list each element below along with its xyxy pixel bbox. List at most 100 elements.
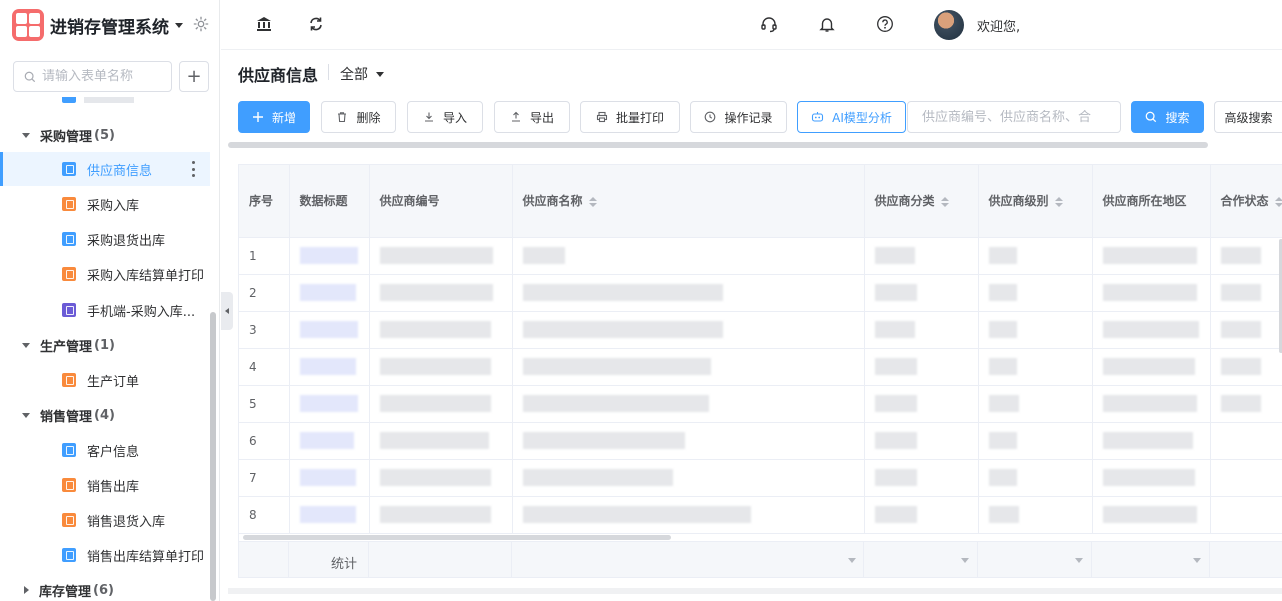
column-header[interactable]: 供应商分类 [864, 165, 979, 238]
redacted-cell [978, 496, 1093, 534]
sidebar-item-customer-info[interactable]: 客户信息 [0, 433, 210, 467]
sort-icon[interactable] [1054, 196, 1063, 207]
ai-analysis-button[interactable]: AI模型分析 [797, 101, 906, 133]
top-bar: 欢迎您, [221, 0, 1282, 50]
sidebar-item-purchase-inbound[interactable]: 采购入库 [0, 187, 210, 221]
avatar[interactable] [934, 10, 964, 40]
stat-cell[interactable] [978, 542, 1092, 577]
table-row[interactable]: 4 [239, 348, 1282, 386]
more-vertical-icon[interactable] [192, 161, 196, 177]
sidebar-item-label: 采购入库结算单打印 [87, 268, 205, 284]
group-sales[interactable]: 销售管理 (4) [22, 405, 115, 425]
column-header[interactable]: 序号 [239, 165, 290, 238]
delete-label: 删除 [356, 110, 381, 125]
table-row[interactable]: 1 [239, 237, 1282, 275]
group-label: 生产管理 [40, 339, 93, 355]
column-label: 供应商分类 [874, 194, 935, 209]
chevron-down-icon [961, 558, 969, 563]
page-bottom-scrollbar[interactable] [228, 588, 1282, 594]
table-search-input[interactable] [922, 109, 1106, 125]
redacted-cell [512, 496, 865, 534]
sort-icon[interactable] [1274, 196, 1282, 207]
column-header[interactable]: 供应商编号 [369, 165, 513, 238]
list-item-label [84, 97, 134, 103]
sidebar-item-mobile-purchase-inbound[interactable]: 手机端-采购入库... [0, 293, 210, 327]
column-header[interactable]: 供应商所在地区 [1092, 165, 1211, 238]
redacted-cell [512, 348, 865, 386]
form-icon [62, 162, 76, 176]
redacted-cell [864, 311, 979, 349]
delete-button[interactable]: 删除 [321, 101, 396, 133]
empty-cell [1210, 496, 1282, 534]
redacted-cell [369, 237, 513, 275]
table-row[interactable]: 7 [239, 459, 1282, 497]
table-row[interactable]: 8 [239, 496, 1282, 534]
advanced-search-label: 高级搜索 [1224, 110, 1273, 125]
redacted-cell [369, 459, 513, 497]
stat-cell[interactable] [1210, 542, 1282, 577]
add-form-button[interactable]: + [179, 61, 209, 92]
search-label: 搜索 [1165, 110, 1190, 125]
collapse-sidebar-button[interactable] [221, 292, 233, 330]
table-row[interactable]: 2 [239, 274, 1282, 312]
add-button[interactable]: 新增 [238, 101, 310, 133]
sidebar-item-sales-return[interactable]: 销售退货入库 [0, 503, 210, 537]
import-button[interactable]: 导入 [407, 101, 483, 133]
table-horizontal-scrollbar[interactable] [243, 535, 671, 540]
sidebar-item-purchase-settlement-print[interactable]: 采购入库结算单打印 [0, 257, 210, 291]
sidebar-item-sales-outbound[interactable]: 销售出库 [0, 468, 210, 502]
sidebar-item-label: 手机端-采购入库... [87, 304, 196, 320]
sidebar-item-sales-settlement-print[interactable]: 销售出库结算单打印 [0, 538, 210, 572]
advanced-search-button[interactable]: 高级搜索 [1214, 101, 1282, 133]
gear-icon[interactable] [192, 15, 210, 33]
stat-cell[interactable] [864, 542, 978, 577]
form-search-box[interactable] [13, 61, 172, 92]
scope-dropdown[interactable]: 全部 [340, 64, 384, 84]
form-icon [62, 478, 76, 492]
bell-icon[interactable] [818, 15, 836, 33]
operation-log-button[interactable]: 操作记录 [690, 101, 787, 133]
column-header[interactable]: 供应商名称 [512, 165, 865, 238]
stat-cell[interactable] [1092, 542, 1210, 577]
sidebar-item-purchase-return[interactable]: 采购退货出库 [0, 222, 210, 256]
sort-icon[interactable] [588, 196, 597, 207]
redacted-cell [1092, 385, 1211, 423]
group-count: (1) [94, 337, 115, 353]
column-header[interactable]: 数据标题 [289, 165, 370, 238]
redacted-cell [369, 422, 513, 460]
caret-right-icon [24, 586, 29, 594]
redacted-cell [978, 422, 1093, 460]
table-row[interactable]: 6 [239, 422, 1282, 460]
sidebar-item-label: 供应商信息 [87, 163, 153, 179]
table-row[interactable]: 5 [239, 385, 1282, 423]
export-button[interactable]: 导出 [494, 101, 570, 133]
refresh-icon[interactable] [307, 15, 325, 33]
statistics-row: 统计 [239, 541, 1282, 577]
sidebar-item-production-order[interactable]: 生产订单 [0, 363, 210, 397]
batch-print-label: 批量打印 [615, 110, 664, 125]
bank-icon[interactable] [255, 15, 273, 33]
group-production[interactable]: 生产管理 (1) [22, 335, 115, 355]
group-inventory[interactable]: 库存管理 (6) [22, 580, 114, 600]
table-search-box[interactable] [907, 101, 1121, 133]
redacted-cell [289, 385, 370, 423]
redacted-cell [978, 274, 1093, 312]
batch-print-button[interactable]: 批量打印 [580, 101, 680, 133]
row-index: 2 [239, 274, 290, 312]
headset-icon[interactable] [760, 15, 778, 33]
stat-cell[interactable] [512, 542, 864, 577]
table-row[interactable]: 3 [239, 311, 1282, 349]
sort-icon[interactable] [940, 196, 949, 207]
redacted-cell [369, 311, 513, 349]
search-button[interactable]: 搜索 [1131, 101, 1204, 133]
group-purchase[interactable]: 采购管理 (5) [22, 125, 115, 145]
column-header[interactable]: 合作状态 [1210, 165, 1282, 238]
row-index: 8 [239, 496, 290, 534]
toolbar-scrollbar[interactable] [228, 142, 1208, 148]
sidebar-scrollbar[interactable] [210, 312, 216, 601]
column-header[interactable]: 供应商级别 [978, 165, 1093, 238]
sidebar-item-supplier-info[interactable]: 供应商信息 [0, 152, 210, 186]
help-icon[interactable] [876, 15, 894, 33]
app-switcher[interactable]: 进销存管理系统 [12, 9, 183, 41]
form-search-input[interactable] [42, 69, 162, 84]
